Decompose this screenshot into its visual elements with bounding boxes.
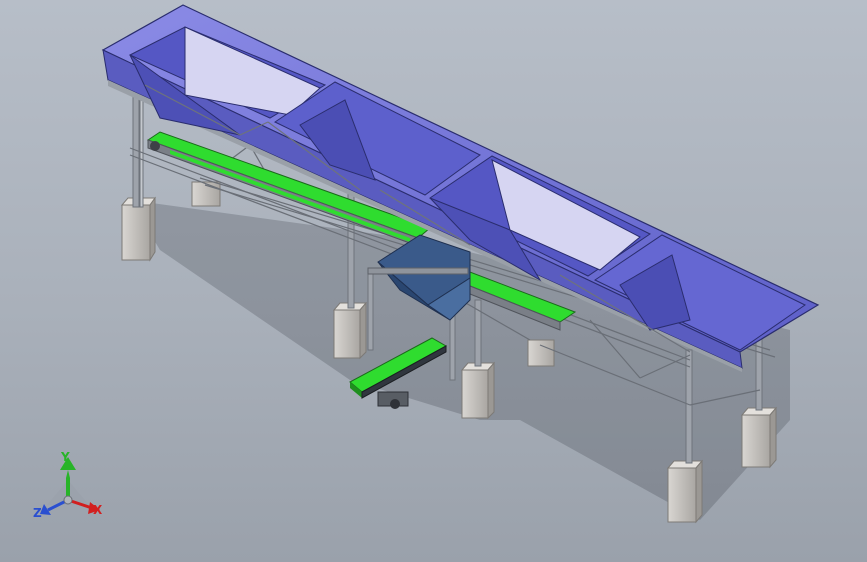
drive-motor-icon	[150, 141, 160, 151]
coordinate-triad: Y X Z	[33, 450, 103, 520]
pedestal-6	[666, 459, 704, 524]
conveyor-hopper-model: Y X Z	[33, 4, 820, 524]
x-axis-label: X	[93, 503, 103, 517]
y-axis-label: Y	[60, 450, 70, 464]
z-axis-label: Z	[33, 506, 42, 520]
pedestal-5	[527, 339, 555, 367]
pedestal-4	[460, 361, 496, 420]
pedestal-3	[332, 301, 368, 360]
pedestal-7	[740, 406, 778, 469]
cad-viewport[interactable]: Y X Z	[0, 0, 867, 562]
drive-motor-icon	[390, 399, 400, 409]
